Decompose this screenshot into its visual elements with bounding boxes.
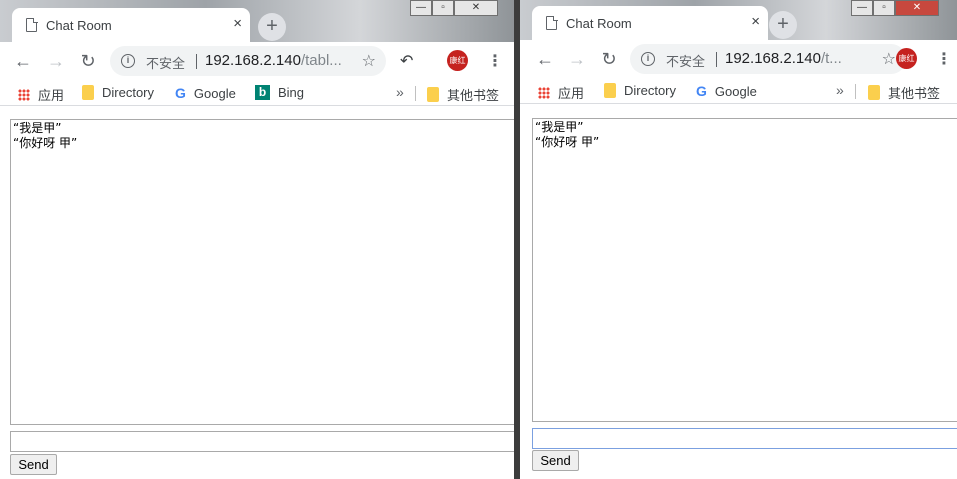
url-text[interactable]: 192.168.2.140/tabl... (205, 52, 355, 69)
info-icon[interactable]: i (121, 54, 135, 68)
chat-message: “你好呀 甲” (13, 136, 78, 150)
folder-icon (604, 83, 616, 98)
bookmark-other[interactable]: 其他书签 (427, 85, 499, 104)
browser-window-left: Chat Room × + — ▫ ✕ ← → ↻ i 不安全 192.168.… (0, 0, 514, 479)
folder-icon (82, 85, 94, 100)
bookmark-label: 应用 (558, 86, 585, 101)
tab-chat-room[interactable]: Chat Room × (12, 8, 250, 42)
google-icon: G (175, 85, 186, 101)
tab-title: Chat Room (566, 16, 632, 31)
tab-title: Chat Room (46, 18, 112, 33)
bookmark-label: Directory (624, 83, 677, 98)
maximize-button[interactable]: ▫ (873, 0, 895, 16)
google-icon: G (696, 83, 707, 99)
bookmark-directory[interactable]: Directory (604, 83, 676, 98)
minimize-button[interactable]: — (410, 0, 432, 16)
message-input[interactable] (10, 431, 514, 452)
bookmark-apps[interactable]: 应用 (538, 83, 584, 102)
url-text[interactable]: 192.168.2.140/t... (725, 50, 845, 67)
chat-message: “我是甲” (535, 120, 584, 134)
more-bookmarks-icon[interactable]: » (836, 82, 844, 98)
folder-icon (868, 85, 880, 100)
bookmark-other[interactable]: 其他书签 (868, 83, 940, 102)
bookmark-bing[interactable]: b Bing (255, 85, 304, 100)
page-icon (26, 17, 38, 32)
new-tab-button[interactable]: + (769, 11, 797, 39)
bookmarks-bar: 应用 Directory G Google » 其他书签 (520, 78, 957, 104)
url-divider (716, 52, 717, 67)
page-icon (546, 15, 558, 30)
title-bar: Chat Room × + — ▫ ✕ (0, 0, 514, 42)
close-tab-icon[interactable]: × (751, 14, 760, 30)
send-button[interactable]: Send (10, 454, 57, 475)
apps-icon (18, 88, 30, 101)
tab-chat-room[interactable]: Chat Room × (532, 6, 768, 40)
maximize-button[interactable]: ▫ (432, 0, 454, 16)
profile-avatar[interactable]: 康红 (447, 50, 468, 71)
bookmark-google[interactable]: G Google (175, 85, 236, 101)
toolbar: ← → ↻ i 不安全 192.168.2.140/t... ☆ 康红 ⋮ (520, 40, 957, 78)
window-controls: — ▫ ✕ (851, 0, 939, 16)
page-content: “我是甲” “你好呀 甲” Send (520, 104, 957, 479)
url-host: 192.168.2.140 (725, 50, 821, 67)
security-label: 不安全 (666, 54, 706, 69)
bookmark-directory[interactable]: Directory (82, 85, 154, 100)
folder-icon (427, 87, 439, 102)
bookmarks-divider (415, 86, 416, 101)
close-window-button[interactable]: ✕ (454, 0, 498, 16)
address-bar[interactable]: i 不安全 192.168.2.140/tabl... ☆ (110, 46, 386, 76)
close-window-button[interactable]: ✕ (895, 0, 939, 16)
bookmark-star-icon[interactable]: ☆ (882, 49, 896, 69)
profile-avatar[interactable]: 康红 (896, 48, 917, 69)
reload-icon[interactable]: ↻ (598, 48, 620, 70)
chat-log[interactable]: “我是甲” “你好呀 甲” (10, 119, 514, 425)
new-tab-button[interactable]: + (258, 13, 286, 41)
menu-icon[interactable]: ⋮ (936, 49, 952, 69)
window-controls: — ▫ ✕ (410, 0, 498, 16)
menu-icon[interactable]: ⋮ (487, 51, 503, 71)
bookmark-label: Directory (102, 85, 155, 100)
bookmark-apps[interactable]: 应用 (18, 85, 64, 104)
bookmark-label: 其他书签 (888, 86, 941, 101)
bookmark-label: 其他书签 (447, 88, 500, 103)
bookmark-label: 应用 (38, 88, 65, 103)
security-label: 不安全 (146, 56, 186, 71)
back-icon[interactable]: ← (12, 50, 34, 72)
bookmark-label: Google (714, 83, 757, 99)
bookmark-star-icon[interactable]: ☆ (362, 51, 376, 71)
url-divider (196, 54, 197, 69)
bookmarks-bar: 应用 Directory G Google b Bing » 其他书签 (0, 80, 514, 106)
bookmark-label: Google (193, 85, 236, 101)
message-input[interactable] (532, 428, 957, 449)
bookmark-label: Bing (278, 85, 305, 100)
chat-message: “我是甲” (13, 121, 62, 135)
title-bar: Chat Room × + — ▫ ✕ (520, 0, 957, 42)
toolbar: ← → ↻ i 不安全 192.168.2.140/tabl... ☆ ↶ 康红… (0, 42, 514, 80)
url-path: /t... (820, 50, 842, 67)
forward-icon[interactable]: → (566, 48, 588, 70)
back-icon[interactable]: ← (534, 48, 556, 70)
chat-log[interactable]: “我是甲” “你好呀 甲” (532, 118, 957, 422)
browser-window-right: Chat Room × + — ▫ ✕ ← → ↻ i 不安全 192.168.… (520, 0, 957, 479)
send-button[interactable]: Send (532, 450, 579, 471)
minimize-button[interactable]: — (851, 0, 873, 16)
info-icon[interactable]: i (641, 52, 655, 66)
apps-icon (538, 86, 550, 99)
address-bar[interactable]: i 不安全 192.168.2.140/t... ☆ (630, 44, 906, 74)
bookmark-google[interactable]: G Google (696, 83, 757, 99)
bing-icon: b (255, 85, 270, 100)
more-bookmarks-icon[interactable]: » (396, 84, 404, 100)
reload-icon[interactable]: ↻ (77, 50, 99, 72)
chat-message: “你好呀 甲” (535, 135, 600, 149)
extension-icon[interactable]: ↶ (400, 51, 413, 71)
close-tab-icon[interactable]: × (233, 16, 242, 32)
forward-icon[interactable]: → (45, 50, 67, 72)
page-content: “我是甲” “你好呀 甲” Send (0, 106, 514, 479)
bookmarks-divider (855, 84, 856, 99)
url-host: 192.168.2.140 (205, 52, 301, 69)
url-path: /tabl... (300, 52, 342, 69)
